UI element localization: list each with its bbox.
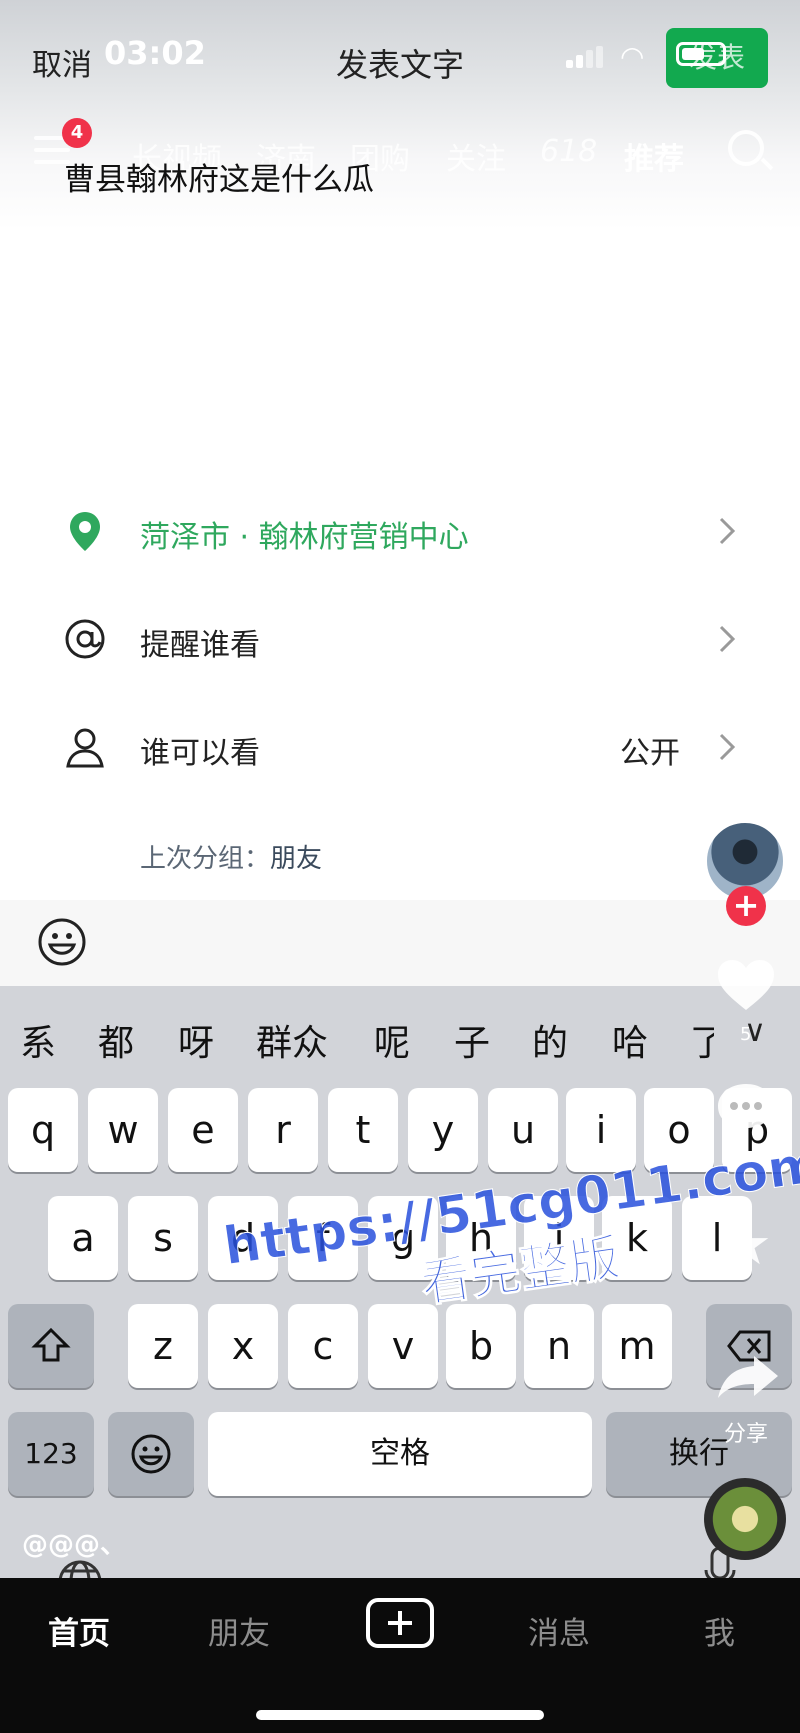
follow-plus-button[interactable]: + bbox=[726, 886, 766, 926]
bottom-tab-bar: 首页 朋友 消息 我 bbox=[0, 1578, 800, 1733]
feed-tab-recommend: 推荐 bbox=[624, 142, 684, 177]
location-label: 菏泽市 · 翰林府营销中心 bbox=[140, 520, 469, 555]
numbers-key[interactable]: 123 bbox=[8, 1412, 94, 1496]
candidate[interactable]: 呢 bbox=[374, 1014, 410, 1066]
chevron-right-icon bbox=[719, 517, 736, 545]
candidate[interactable]: 了 bbox=[690, 1014, 714, 1066]
battery-icon bbox=[676, 42, 726, 66]
key-a[interactable]: a bbox=[48, 1196, 118, 1280]
last-group-value: 朋友 bbox=[270, 844, 323, 874]
candidate-bar: 系 都 呀 群众 呢 子 的 哈 了 ∨ bbox=[0, 986, 800, 1090]
tab-messages[interactable]: 消息 bbox=[528, 1608, 590, 1653]
candidate[interactable]: 群众 bbox=[256, 1014, 328, 1066]
wifi-icon: ◠ bbox=[620, 40, 645, 73]
feed-tab-618: 618 bbox=[540, 134, 598, 169]
emoji-icon[interactable] bbox=[36, 916, 88, 968]
candidate[interactable]: 子 bbox=[454, 1014, 490, 1066]
mention-label: 提醒谁看 bbox=[140, 628, 260, 663]
visibility-row[interactable]: 谁可以看 公开 bbox=[0, 702, 800, 792]
post-text-input[interactable]: 曹县翰林府这是什么瓜 bbox=[64, 154, 374, 199]
create-post-button[interactable] bbox=[366, 1598, 434, 1648]
emoji-key[interactable] bbox=[108, 1412, 194, 1496]
shift-icon bbox=[31, 1327, 71, 1362]
visibility-value: 公开 bbox=[620, 736, 680, 771]
key-w[interactable]: w bbox=[88, 1088, 158, 1172]
at-icon bbox=[65, 619, 105, 659]
emoji-toolbar bbox=[0, 900, 800, 986]
emoji-icon bbox=[131, 1434, 171, 1474]
location-row[interactable]: 菏泽市 · 翰林府营销中心 bbox=[0, 486, 800, 576]
candidate[interactable]: 系 bbox=[20, 1014, 56, 1066]
key-s[interactable]: s bbox=[128, 1196, 198, 1280]
visibility-label: 谁可以看 bbox=[140, 736, 260, 771]
key-u[interactable]: u bbox=[488, 1088, 558, 1172]
symbols-hint: @@@、 bbox=[22, 1530, 127, 1560]
candidate[interactable]: 呀 bbox=[178, 1014, 214, 1066]
person-icon bbox=[66, 728, 104, 768]
key-e[interactable]: e bbox=[168, 1088, 238, 1172]
cellular-signal-icon bbox=[566, 46, 606, 68]
key-r[interactable]: r bbox=[248, 1088, 318, 1172]
key-q[interactable]: q bbox=[8, 1088, 78, 1172]
like-count: 5 bbox=[740, 1024, 752, 1045]
composer-header: 4 长视频 济南 团购 关注 618 推荐 取消 03:02 发表文字 ◠ 发表… bbox=[0, 0, 800, 230]
tab-home[interactable]: 首页 bbox=[48, 1608, 110, 1653]
music-disc[interactable] bbox=[704, 1478, 786, 1560]
tab-friends[interactable]: 朋友 bbox=[208, 1608, 270, 1653]
key-b[interactable]: b bbox=[446, 1304, 516, 1388]
candidate[interactable]: 的 bbox=[532, 1014, 568, 1066]
key-i[interactable]: i bbox=[566, 1088, 636, 1172]
key-m[interactable]: m bbox=[602, 1304, 672, 1388]
share-label: 分享 bbox=[724, 1422, 769, 1447]
notification-badge: 4 bbox=[62, 118, 92, 148]
candidate[interactable]: 都 bbox=[98, 1014, 134, 1066]
last-group-prefix: 上次分组： bbox=[140, 844, 271, 874]
key-z[interactable]: z bbox=[128, 1304, 198, 1388]
home-indicator bbox=[256, 1710, 544, 1720]
shift-key[interactable] bbox=[8, 1304, 94, 1388]
mention-row[interactable]: 提醒谁看 bbox=[0, 594, 800, 684]
share-arrow-icon[interactable] bbox=[716, 1352, 780, 1400]
search-icon bbox=[728, 130, 764, 166]
like-heart-icon[interactable] bbox=[716, 958, 776, 1014]
comment-icon[interactable] bbox=[714, 1080, 778, 1136]
candidate[interactable]: 哈 bbox=[612, 1014, 648, 1066]
key-y[interactable]: y bbox=[408, 1088, 478, 1172]
tab-me[interactable]: 我 bbox=[704, 1608, 735, 1653]
location-pin-icon bbox=[70, 512, 100, 551]
space-key[interactable]: 空格 bbox=[208, 1412, 592, 1496]
chevron-right-icon bbox=[719, 625, 736, 653]
chevron-right-icon bbox=[719, 733, 736, 761]
key-n[interactable]: n bbox=[524, 1304, 594, 1388]
feed-tab-following: 关注 bbox=[446, 142, 506, 177]
key-t[interactable]: t bbox=[328, 1088, 398, 1172]
last-group-hint: 上次分组：朋友 bbox=[140, 838, 322, 875]
